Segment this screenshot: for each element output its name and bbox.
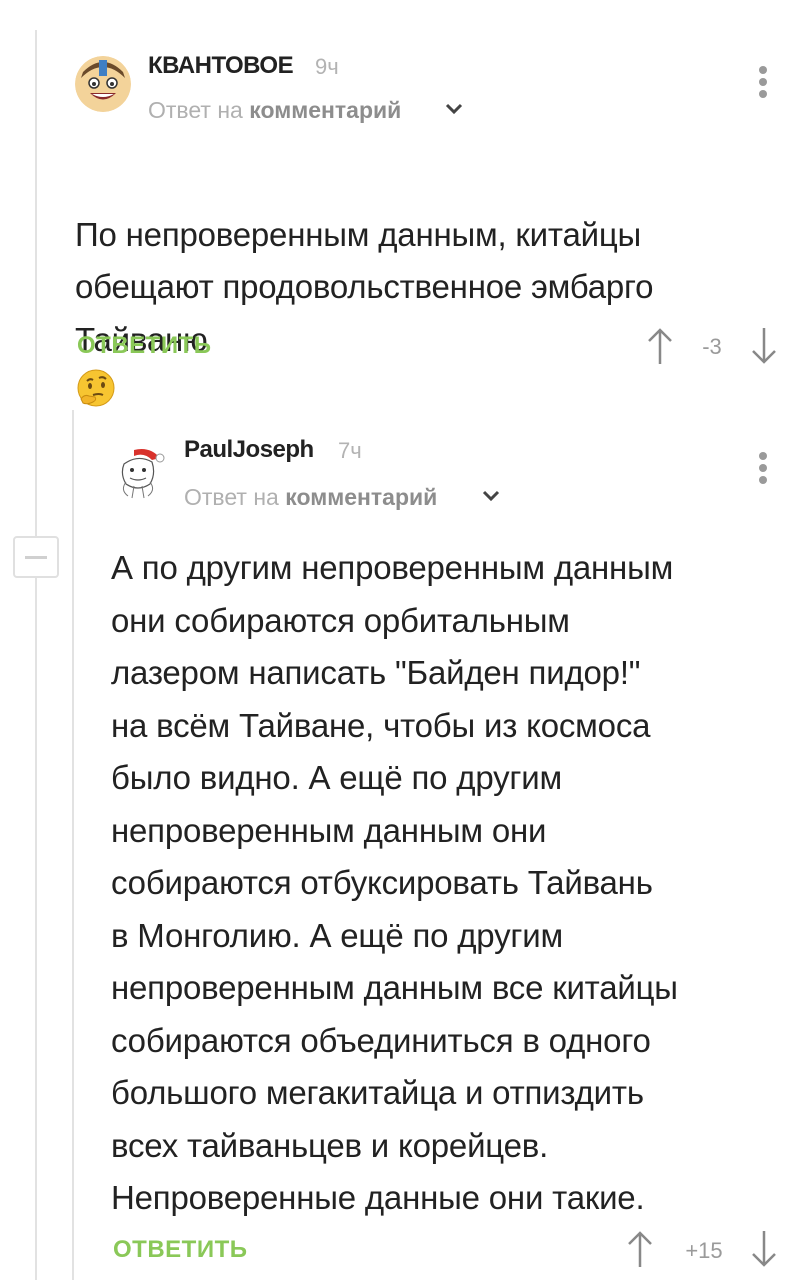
reply-to-target: комментарий — [285, 484, 438, 510]
comment-time: 7ч — [338, 438, 362, 463]
reply-to-prefix: Ответ на — [184, 484, 279, 510]
more-options-icon[interactable] — [756, 452, 770, 492]
comment-body: А по другим непроверенным данным они соб… — [111, 549, 678, 1216]
reply-button[interactable]: ОТВЕТИТЬ — [113, 1236, 248, 1264]
avatar[interactable] — [110, 444, 166, 500]
upvote-arrow-icon[interactable] — [625, 1229, 655, 1269]
comment-reply: PaulJoseph 7ч Ответ на комментарий А по … — [0, 0, 811, 1280]
comment-author[interactable]: PaulJoseph — [184, 436, 314, 464]
comment-rating: +15 — [685, 1238, 723, 1263]
reply-to-link[interactable]: Ответ на комментарий — [184, 484, 437, 511]
chevron-down-icon[interactable] — [482, 490, 500, 502]
downvote-arrow-icon[interactable] — [749, 1229, 779, 1269]
